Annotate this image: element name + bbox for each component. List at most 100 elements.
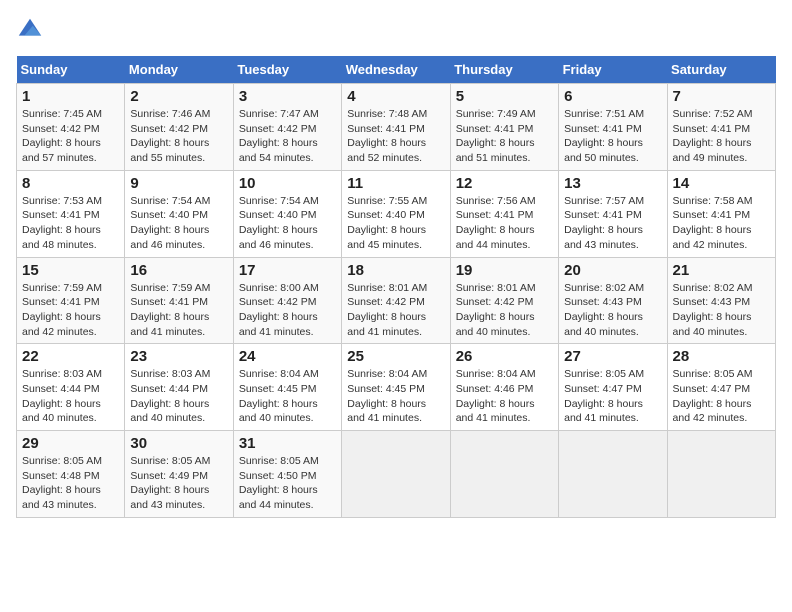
calendar-cell: 19 Sunrise: 8:01 AMSunset: 4:42 PMDayligh… <box>450 257 558 344</box>
weekday-header-friday: Friday <box>559 56 667 84</box>
calendar-cell: 30 Sunrise: 8:05 AMSunset: 4:49 PMDayligh… <box>125 431 233 518</box>
day-number: 14 <box>673 175 770 192</box>
day-info: Sunrise: 7:56 AMSunset: 4:41 PMDaylight:… <box>456 194 553 253</box>
day-number: 11 <box>347 175 444 192</box>
day-info: Sunrise: 8:02 AMSunset: 4:43 PMDaylight:… <box>673 281 770 340</box>
calendar-cell: 14 Sunrise: 7:58 AMSunset: 4:41 PMDayligh… <box>667 170 775 257</box>
day-number: 4 <box>347 88 444 105</box>
calendar-cell <box>342 431 450 518</box>
day-number: 24 <box>239 348 336 365</box>
calendar-cell <box>450 431 558 518</box>
calendar-cell: 24Sunrise: 8:04 AMSunset: 4:45 PMDayligh… <box>233 344 341 431</box>
day-number: 6 <box>564 88 661 105</box>
calendar-cell: 31 Sunrise: 8:05 AMSunset: 4:50 PMDayligh… <box>233 431 341 518</box>
day-info: Sunrise: 8:04 AMSunset: 4:45 PMDaylight:… <box>347 367 444 426</box>
calendar-cell: 13 Sunrise: 7:57 AMSunset: 4:41 PMDayligh… <box>559 170 667 257</box>
day-number: 9 <box>130 175 227 192</box>
calendar-cell: 27 Sunrise: 8:05 AMSunset: 4:47 PMDayligh… <box>559 344 667 431</box>
weekday-header-tuesday: Tuesday <box>233 56 341 84</box>
day-info: Sunrise: 7:55 AMSunset: 4:40 PMDaylight:… <box>347 194 444 253</box>
calendar-cell: 26 Sunrise: 8:04 AMSunset: 4:46 PMDayligh… <box>450 344 558 431</box>
day-info: Sunrise: 8:05 AMSunset: 4:47 PMDaylight:… <box>673 367 770 426</box>
day-info: Sunrise: 8:02 AMSunset: 4:43 PMDaylight:… <box>564 281 661 340</box>
calendar-cell: 16Sunrise: 7:59 AMSunset: 4:41 PMDayligh… <box>125 257 233 344</box>
day-number: 3 <box>239 88 336 105</box>
day-number: 27 <box>564 348 661 365</box>
weekday-header-saturday: Saturday <box>667 56 775 84</box>
day-number: 13 <box>564 175 661 192</box>
calendar-cell: 9 Sunrise: 7:54 AMSunset: 4:40 PMDaylight… <box>125 170 233 257</box>
calendar-week-row: 8Sunrise: 7:53 AMSunset: 4:41 PMDaylight… <box>17 170 776 257</box>
day-number: 17 <box>239 262 336 279</box>
calendar-cell: 23 Sunrise: 8:03 AMSunset: 4:44 PMDayligh… <box>125 344 233 431</box>
weekday-header-wednesday: Wednesday <box>342 56 450 84</box>
calendar-week-row: 15 Sunrise: 7:59 AMSunset: 4:41 PMDayligh… <box>17 257 776 344</box>
logo <box>16 16 48 44</box>
calendar-cell: 11 Sunrise: 7:55 AMSunset: 4:40 PMDayligh… <box>342 170 450 257</box>
logo-icon <box>16 16 44 44</box>
day-info: Sunrise: 8:01 AMSunset: 4:42 PMDaylight:… <box>456 281 553 340</box>
weekday-header-row: SundayMondayTuesdayWednesdayThursdayFrid… <box>17 56 776 84</box>
calendar-cell: 28 Sunrise: 8:05 AMSunset: 4:47 PMDayligh… <box>667 344 775 431</box>
calendar-table: SundayMondayTuesdayWednesdayThursdayFrid… <box>16 56 776 518</box>
weekday-header-thursday: Thursday <box>450 56 558 84</box>
weekday-header-monday: Monday <box>125 56 233 84</box>
day-info: Sunrise: 7:49 AMSunset: 4:41 PMDaylight:… <box>456 107 553 166</box>
page-header <box>16 16 776 44</box>
calendar-cell: 29 Sunrise: 8:05 AMSunset: 4:48 PMDayligh… <box>17 431 125 518</box>
day-number: 5 <box>456 88 553 105</box>
day-number: 31 <box>239 435 336 452</box>
day-info: Sunrise: 7:46 AMSunset: 4:42 PMDaylight:… <box>130 107 227 166</box>
day-number: 1 <box>22 88 119 105</box>
day-info: Sunrise: 7:47 AMSunset: 4:42 PMDaylight:… <box>239 107 336 166</box>
day-number: 8 <box>22 175 119 192</box>
calendar-cell: 7 Sunrise: 7:52 AMSunset: 4:41 PMDaylight… <box>667 84 775 171</box>
calendar-cell: 12 Sunrise: 7:56 AMSunset: 4:41 PMDayligh… <box>450 170 558 257</box>
calendar-cell: 10 Sunrise: 7:54 AMSunset: 4:40 PMDayligh… <box>233 170 341 257</box>
day-number: 29 <box>22 435 119 452</box>
calendar-cell: 22Sunrise: 8:03 AMSunset: 4:44 PMDayligh… <box>17 344 125 431</box>
day-number: 15 <box>22 262 119 279</box>
day-number: 19 <box>456 262 553 279</box>
day-info: Sunrise: 7:54 AMSunset: 4:40 PMDaylight:… <box>239 194 336 253</box>
day-info: Sunrise: 8:05 AMSunset: 4:48 PMDaylight:… <box>22 454 119 513</box>
day-info: Sunrise: 7:59 AMSunset: 4:41 PMDaylight:… <box>22 281 119 340</box>
calendar-cell: 6Sunrise: 7:51 AMSunset: 4:41 PMDaylight… <box>559 84 667 171</box>
calendar-cell: 5 Sunrise: 7:49 AMSunset: 4:41 PMDaylight… <box>450 84 558 171</box>
calendar-cell: 2Sunrise: 7:46 AMSunset: 4:42 PMDaylight… <box>125 84 233 171</box>
day-number: 30 <box>130 435 227 452</box>
day-info: Sunrise: 8:04 AMSunset: 4:46 PMDaylight:… <box>456 367 553 426</box>
day-number: 12 <box>456 175 553 192</box>
calendar-cell: 20Sunrise: 8:02 AMSunset: 4:43 PMDayligh… <box>559 257 667 344</box>
day-info: Sunrise: 7:48 AMSunset: 4:41 PMDaylight:… <box>347 107 444 166</box>
day-info: Sunrise: 8:03 AMSunset: 4:44 PMDaylight:… <box>130 367 227 426</box>
day-number: 18 <box>347 262 444 279</box>
calendar-cell <box>667 431 775 518</box>
day-info: Sunrise: 7:45 AMSunset: 4:42 PMDaylight:… <box>22 107 119 166</box>
weekday-header-sunday: Sunday <box>17 56 125 84</box>
calendar-week-row: 1 Sunrise: 7:45 AMSunset: 4:42 PMDaylight… <box>17 84 776 171</box>
day-number: 21 <box>673 262 770 279</box>
day-info: Sunrise: 8:05 AMSunset: 4:47 PMDaylight:… <box>564 367 661 426</box>
calendar-cell: 15 Sunrise: 7:59 AMSunset: 4:41 PMDayligh… <box>17 257 125 344</box>
day-info: Sunrise: 7:58 AMSunset: 4:41 PMDaylight:… <box>673 194 770 253</box>
calendar-cell: 25Sunrise: 8:04 AMSunset: 4:45 PMDayligh… <box>342 344 450 431</box>
day-number: 7 <box>673 88 770 105</box>
calendar-cell: 4 Sunrise: 7:48 AMSunset: 4:41 PMDaylight… <box>342 84 450 171</box>
calendar-week-row: 22 Sunrise: 8:03 AMSunset: 4:44 PMDayligh… <box>17 344 776 431</box>
day-number: 26 <box>456 348 553 365</box>
day-info: Sunrise: 7:57 AMSunset: 4:41 PMDaylight:… <box>564 194 661 253</box>
day-number: 28 <box>673 348 770 365</box>
calendar-cell: 17 Sunrise: 8:00 AMSunset: 4:42 PMDayligh… <box>233 257 341 344</box>
day-info: Sunrise: 8:05 AMSunset: 4:49 PMDaylight:… <box>130 454 227 513</box>
day-info: Sunrise: 7:52 AMSunset: 4:41 PMDaylight:… <box>673 107 770 166</box>
day-info: Sunrise: 7:59 AMSunset: 4:41 PMDaylight:… <box>130 281 227 340</box>
day-info: Sunrise: 8:00 AMSunset: 4:42 PMDaylight:… <box>239 281 336 340</box>
calendar-cell: 3 Sunrise: 7:47 AMSunset: 4:42 PMDaylight… <box>233 84 341 171</box>
day-number: 10 <box>239 175 336 192</box>
day-info: Sunrise: 8:05 AMSunset: 4:50 PMDaylight:… <box>239 454 336 513</box>
calendar-cell <box>559 431 667 518</box>
day-number: 23 <box>130 348 227 365</box>
day-info: Sunrise: 7:54 AMSunset: 4:40 PMDaylight:… <box>130 194 227 253</box>
day-number: 22 <box>22 348 119 365</box>
